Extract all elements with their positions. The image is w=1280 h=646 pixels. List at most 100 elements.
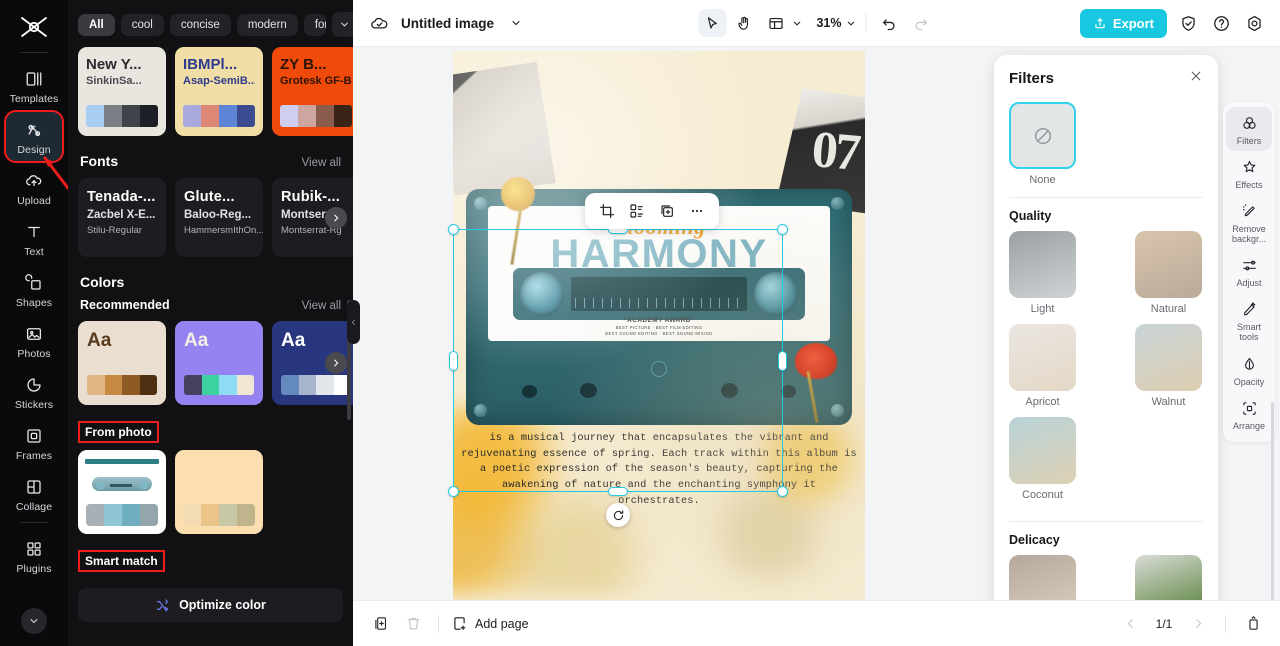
style-card[interactable]: IBMPl... Asap-SemiB... bbox=[175, 47, 263, 136]
filter-item[interactable]: Light bbox=[1009, 231, 1076, 315]
cassette-screw bbox=[831, 197, 844, 210]
help-icon[interactable] bbox=[1209, 11, 1233, 35]
filter-section-title-quality: Quality bbox=[1009, 209, 1052, 223]
sidebar-item-upload[interactable]: Upload bbox=[6, 163, 62, 212]
palettes-next-button[interactable] bbox=[325, 352, 347, 374]
style-filter-chips: All cool concise modern formal bbox=[68, 0, 353, 47]
photo-palette-card[interactable] bbox=[78, 450, 166, 534]
sidebar-item-collage[interactable]: Collage bbox=[6, 469, 62, 518]
sidebar-label: Design bbox=[17, 144, 51, 156]
chip-cool[interactable]: cool bbox=[120, 13, 164, 36]
tool-remove-background[interactable]: Remove backgr... bbox=[1226, 195, 1272, 249]
document-title-caret[interactable] bbox=[504, 11, 528, 35]
filter-item[interactable]: Snack bbox=[1135, 555, 1202, 600]
sidebar-item-frames[interactable]: Frames bbox=[6, 418, 62, 467]
tool-adjust[interactable]: Adjust bbox=[1226, 249, 1272, 293]
font-name-2: Baloo-Reg... bbox=[184, 209, 252, 221]
tool-effects[interactable]: Effects bbox=[1226, 151, 1272, 195]
palette-card[interactable]: Aa bbox=[78, 321, 166, 405]
chip-all[interactable]: All bbox=[78, 13, 115, 36]
chips-expand-button[interactable] bbox=[331, 12, 353, 37]
settings-icon[interactable] bbox=[1242, 11, 1266, 35]
export-icon bbox=[1095, 18, 1105, 29]
duplicate-page-button[interactable] bbox=[367, 611, 393, 637]
shield-icon[interactable] bbox=[1176, 11, 1200, 35]
sidebar-item-design[interactable]: Design bbox=[4, 110, 64, 163]
rotate-icon bbox=[613, 509, 623, 520]
delete-page-button[interactable] bbox=[400, 611, 426, 637]
font-card[interactable]: Tenada-... Zacbel X-E... Stilu-Regular bbox=[78, 178, 166, 257]
zoom-control[interactable]: 31% bbox=[814, 16, 856, 30]
filter-thumbnail bbox=[1009, 555, 1076, 600]
selection-handle-top-left[interactable] bbox=[448, 224, 459, 235]
panel-collapse-handle[interactable] bbox=[347, 300, 360, 344]
remove-background-button[interactable] bbox=[624, 198, 650, 224]
add-page-button[interactable]: Add page bbox=[451, 615, 529, 632]
palette-card[interactable]: Aa bbox=[175, 321, 263, 405]
selection-handle-bottom-center[interactable] bbox=[608, 487, 628, 496]
selection-handle-bottom-right[interactable] bbox=[777, 486, 788, 497]
selection-box[interactable] bbox=[448, 224, 788, 527]
filter-none-tile[interactable] bbox=[1009, 102, 1076, 169]
canvas-stage[interactable]: 07 Blooming HARMONY bbox=[353, 47, 1280, 600]
duplicate-button[interactable] bbox=[654, 198, 680, 224]
select-tool-button[interactable] bbox=[698, 9, 726, 37]
fonts-next-button[interactable] bbox=[325, 206, 347, 229]
close-icon[interactable] bbox=[1189, 69, 1203, 88]
filter-item[interactable]: Dark Brown bbox=[1009, 555, 1076, 600]
selection-handle-top-right[interactable] bbox=[777, 224, 788, 235]
plugins-icon bbox=[23, 538, 45, 560]
chip-concise[interactable]: concise bbox=[169, 13, 231, 36]
optimize-color-button[interactable]: Optimize color bbox=[78, 588, 343, 622]
sidebar-item-photos[interactable]: Photos bbox=[6, 316, 62, 365]
chip-modern[interactable]: modern bbox=[236, 13, 298, 36]
page-indicator: 1/1 bbox=[1155, 616, 1173, 631]
style-card[interactable]: New Y... SinkinSa... bbox=[78, 47, 166, 136]
photo-palette-card[interactable] bbox=[175, 450, 263, 534]
rotate-handle[interactable] bbox=[606, 503, 630, 527]
arrange-icon bbox=[1240, 399, 1259, 418]
filter-label: Coconut bbox=[1022, 489, 1063, 501]
sidebar-item-text[interactable]: Text bbox=[6, 214, 62, 263]
sidebar-item-templates[interactable]: Templates bbox=[6, 61, 62, 110]
filter-item[interactable]: Coconut bbox=[1009, 417, 1076, 501]
page-grid-icon bbox=[1248, 616, 1258, 630]
capcut-logo[interactable] bbox=[16, 10, 52, 44]
chip-formal[interactable]: formal bbox=[303, 13, 326, 36]
palette-swatches bbox=[87, 375, 157, 395]
page-grid-button[interactable] bbox=[1240, 611, 1266, 637]
fonts-view-all-link[interactable]: View all bbox=[302, 157, 341, 169]
filter-item[interactable]: Apricot bbox=[1009, 324, 1076, 408]
no-filter-icon bbox=[1034, 127, 1051, 144]
export-button[interactable]: Export bbox=[1079, 8, 1167, 38]
tool-arrange[interactable]: Arrange bbox=[1226, 392, 1272, 436]
undo-button[interactable] bbox=[875, 9, 903, 37]
selection-handle-bottom-left[interactable] bbox=[448, 486, 459, 497]
prev-page-button[interactable] bbox=[1117, 611, 1143, 637]
selection-handle-left-center[interactable] bbox=[449, 350, 458, 371]
filter-item[interactable]: Walnut bbox=[1135, 324, 1202, 408]
colors-view-all-link[interactable]: View all bbox=[302, 300, 341, 312]
document-title[interactable]: Untitled image bbox=[401, 16, 494, 31]
selection-handle-right-center[interactable] bbox=[778, 350, 787, 371]
bottombar-divider bbox=[438, 614, 439, 633]
rail-collapse-button[interactable] bbox=[21, 608, 47, 634]
palette-swatches bbox=[184, 375, 254, 395]
font-card[interactable]: Glute... Baloo-Reg... HammersmIthOn... bbox=[175, 178, 263, 257]
tool-rail-scrollbar[interactable] bbox=[1271, 402, 1274, 600]
filter-label: Apricot bbox=[1025, 396, 1060, 408]
layout-tool-button[interactable] bbox=[762, 9, 802, 37]
next-page-button[interactable] bbox=[1185, 611, 1211, 637]
style-card[interactable]: ZY B... Grotesk GF-B... bbox=[272, 47, 353, 136]
more-options-button[interactable] bbox=[684, 198, 710, 224]
tool-filters[interactable]: Filters bbox=[1226, 107, 1272, 152]
tool-smart-tools[interactable]: Smart tools bbox=[1226, 293, 1272, 347]
sidebar-item-plugins[interactable]: Plugins bbox=[6, 531, 62, 580]
filter-item[interactable]: Natural bbox=[1135, 231, 1202, 315]
crop-button[interactable] bbox=[594, 198, 620, 224]
hand-tool-button[interactable] bbox=[730, 9, 758, 37]
sidebar-item-shapes[interactable]: Shapes bbox=[6, 265, 62, 314]
redo-button[interactable] bbox=[907, 9, 935, 37]
sidebar-item-stickers[interactable]: Stickers bbox=[6, 367, 62, 416]
tool-opacity[interactable]: Opacity bbox=[1226, 348, 1272, 392]
